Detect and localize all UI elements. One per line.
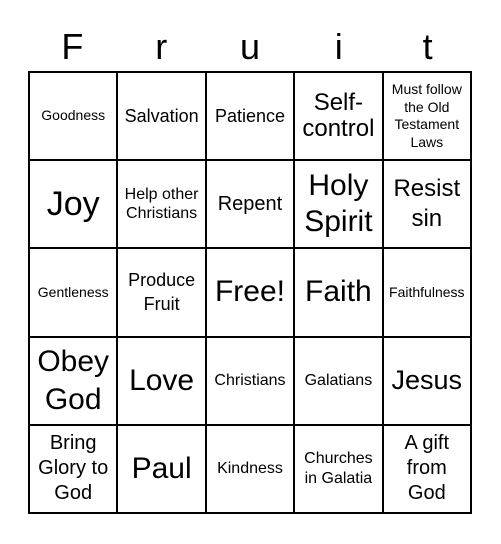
bingo-cell[interactable]: Produce Fruit [117, 248, 206, 337]
free-space-label: Free! [214, 275, 285, 309]
bingo-cell[interactable]: Resist sin [382, 160, 471, 249]
cell-label: Faith [305, 275, 372, 309]
bingo-cell[interactable]: Faith [294, 248, 383, 337]
bingo-cell[interactable]: Bring Glory to God [29, 424, 118, 513]
bingo-cell[interactable]: Gentleness [29, 248, 118, 337]
bingo-cell[interactable]: Self-control [294, 72, 383, 161]
bingo-cell[interactable]: Joy [29, 160, 118, 249]
cell-label: Help other Christians [124, 186, 199, 223]
cell-label: Patience [214, 106, 286, 127]
cell-label: Gentleness [37, 283, 109, 300]
bingo-cell[interactable]: Goodness [29, 72, 118, 161]
cell-label: Galatians [304, 372, 373, 390]
bingo-cell[interactable]: Christians [205, 336, 295, 425]
cell-label: Produce Fruit [128, 270, 196, 315]
free-space-cell[interactable]: Free! [205, 248, 295, 337]
title-letter: u [239, 26, 260, 67]
title-letter: r [155, 26, 168, 67]
bingo-cell[interactable]: Faithfulness [382, 248, 471, 337]
cell-label: A gift from God [404, 432, 450, 505]
cell-label: Faithfulness [389, 283, 465, 300]
bingo-cell[interactable]: Patience [205, 72, 295, 161]
bingo-cell[interactable]: Salvation [117, 72, 206, 161]
cell-label: Love [129, 363, 195, 397]
cell-label: Resist sin [393, 175, 461, 233]
title-letter: t [422, 26, 433, 67]
cell-label: Paul [131, 451, 192, 485]
bingo-cell[interactable]: A gift from God [382, 424, 471, 513]
title-letter: i [334, 26, 343, 67]
bingo-cell[interactable]: Repent [205, 160, 295, 249]
bingo-cell[interactable]: Obey God [29, 336, 118, 425]
cell-label: Salvation [124, 106, 199, 127]
bingo-title: F r u i t [28, 22, 472, 72]
cell-label: Holy Spirit [304, 169, 373, 239]
bingo-cell[interactable]: Holy Spirit [294, 160, 383, 249]
bingo-cell[interactable]: Galatians [294, 336, 383, 425]
bingo-cell[interactable]: Must follow the Old Testament Laws [382, 72, 471, 161]
cell-label: Must follow the Old Testament Laws [391, 81, 462, 150]
cell-label: Churches in Galatia [304, 449, 373, 487]
bingo-cell[interactable]: Help other Christians [117, 160, 206, 249]
bingo-cell[interactable]: Love [117, 336, 206, 425]
cell-label: Goodness [41, 107, 106, 124]
cell-label: Kindness [217, 460, 283, 478]
title-letter: F [61, 26, 84, 67]
bingo-cell[interactable]: Paul [117, 424, 206, 513]
cell-label: Christians [214, 372, 286, 390]
bingo-cell[interactable]: Jesus [382, 336, 471, 425]
cell-label: Jesus [391, 364, 463, 395]
bingo-cell[interactable]: Churches in Galatia [294, 424, 383, 513]
cell-label: Self-control [302, 88, 375, 143]
bingo-cell[interactable]: Kindness [205, 424, 295, 513]
bingo-card-grid: Goodness Salvation Patience Self-control… [28, 71, 472, 514]
cell-label: Repent [217, 193, 283, 216]
cell-label: Obey God [37, 345, 110, 416]
cell-label: Joy [46, 185, 100, 224]
cell-label: Bring Glory to God [38, 432, 109, 505]
